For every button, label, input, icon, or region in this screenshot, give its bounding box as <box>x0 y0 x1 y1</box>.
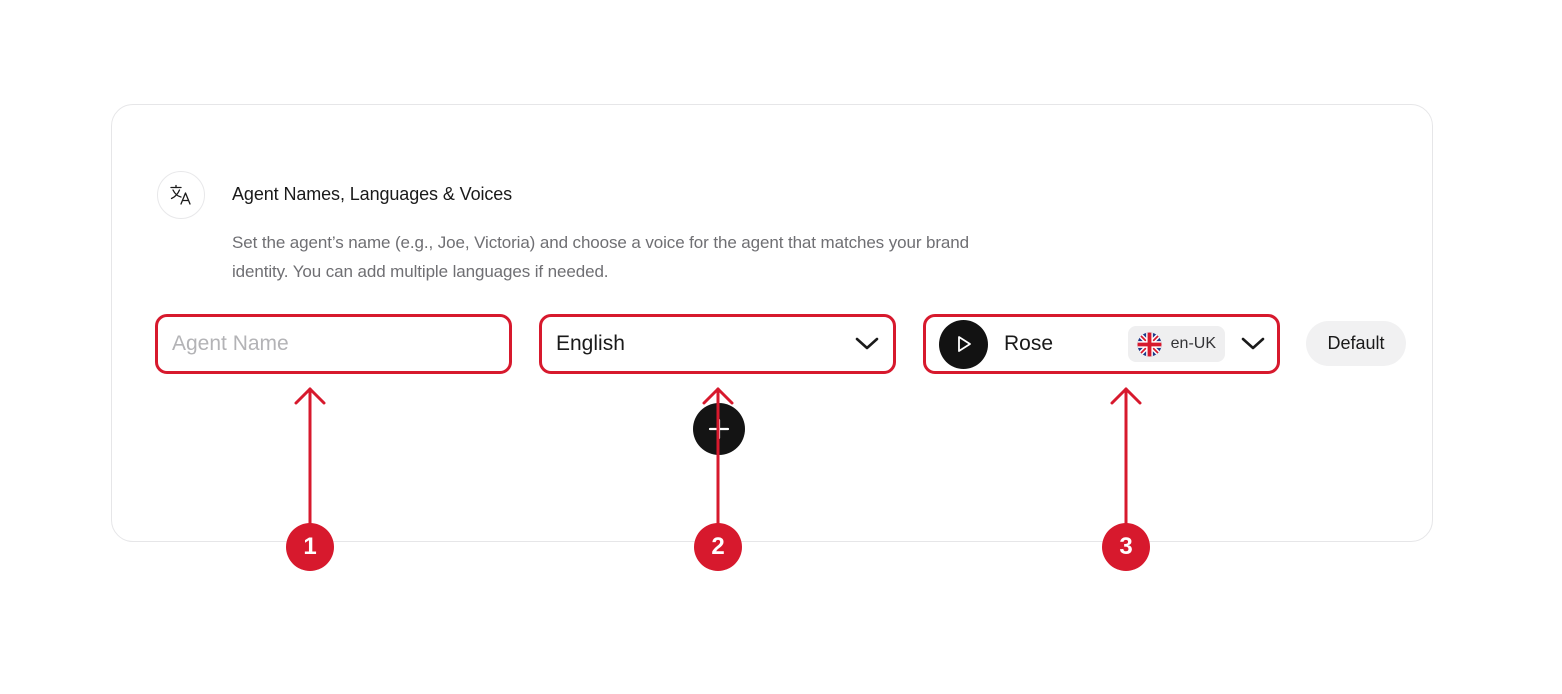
plus-icon <box>708 418 730 440</box>
section-description: Set the agent’s name (e.g., Joe, Victori… <box>232 233 969 281</box>
uk-flag-icon <box>1137 331 1162 357</box>
language-select[interactable]: English <box>539 314 896 374</box>
chevron-down-icon <box>855 337 879 350</box>
voice-select[interactable]: Rose en-UK <box>923 314 1280 374</box>
callout-badge-2: 2 <box>694 523 742 571</box>
stage: Agent Names, Languages & Voices Set the … <box>0 0 1562 694</box>
add-language-button[interactable] <box>693 403 745 455</box>
chevron-down-icon[interactable] <box>1241 337 1265 351</box>
locale-chip: en-UK <box>1127 326 1225 362</box>
translate-glyph <box>170 184 191 205</box>
language-selected-value: English <box>556 332 625 355</box>
agent-name-field[interactable] <box>155 314 512 374</box>
translate-icon <box>157 171 205 219</box>
section-title: Agent Names, Languages & Voices <box>232 184 513 204</box>
callout-badge-3: 3 <box>1102 523 1150 571</box>
default-button[interactable]: Default <box>1306 321 1406 366</box>
agent-name-input[interactable] <box>172 317 492 371</box>
locale-label: en-UK <box>1170 335 1216 352</box>
play-icon <box>957 336 971 352</box>
callout-badge-1: 1 <box>286 523 334 571</box>
play-voice-button[interactable] <box>939 319 988 369</box>
voice-name: Rose <box>1004 332 1054 355</box>
